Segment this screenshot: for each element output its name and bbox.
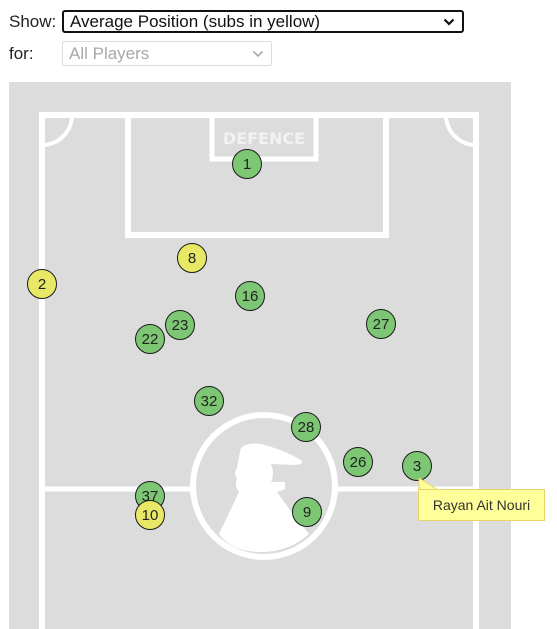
corner-arc-right xyxy=(444,114,477,147)
player-tooltip: Rayan Ait Nouri xyxy=(418,489,545,521)
player-marker-3[interactable]: 3 xyxy=(402,451,432,481)
for-row: for: All Players xyxy=(9,41,272,66)
show-row: Show: Average Position (subs in yellow) xyxy=(9,10,464,33)
corner-arc-left xyxy=(41,114,74,147)
player-marker-9[interactable]: 9 xyxy=(292,497,322,527)
show-label: Show: xyxy=(9,11,57,31)
player-marker-10[interactable]: 10 xyxy=(135,500,165,530)
player-marker-8[interactable]: 8 xyxy=(177,243,207,273)
player-marker-27[interactable]: 27 xyxy=(366,309,396,339)
zone-label: DEFENCE xyxy=(223,129,305,148)
player-filter-value: All Players xyxy=(69,43,150,63)
player-marker-2[interactable]: 2 xyxy=(27,269,57,299)
player-marker-23[interactable]: 23 xyxy=(165,310,195,340)
chevron-down-icon xyxy=(251,47,265,61)
chevron-down-icon xyxy=(442,15,456,29)
for-label: for: xyxy=(9,43,34,63)
player-marker-22[interactable]: 22 xyxy=(135,324,165,354)
player-marker-28[interactable]: 28 xyxy=(291,412,321,442)
show-select-value: Average Position (subs in yellow) xyxy=(70,11,321,31)
player-marker-26[interactable]: 26 xyxy=(343,447,373,477)
tooltip-text: Rayan Ait Nouri xyxy=(432,497,531,513)
player-marker-16[interactable]: 16 xyxy=(235,281,265,311)
show-select[interactable]: Average Position (subs in yellow) xyxy=(62,10,464,33)
player-filter-select[interactable]: All Players xyxy=(62,41,272,66)
pitch: DEFENCE 1 8 2 16 23 22 27 32 28 26 3 37 10 9 xyxy=(9,82,511,629)
player-marker-32[interactable]: 32 xyxy=(194,386,224,416)
player-marker-1[interactable]: 1 xyxy=(232,149,262,179)
